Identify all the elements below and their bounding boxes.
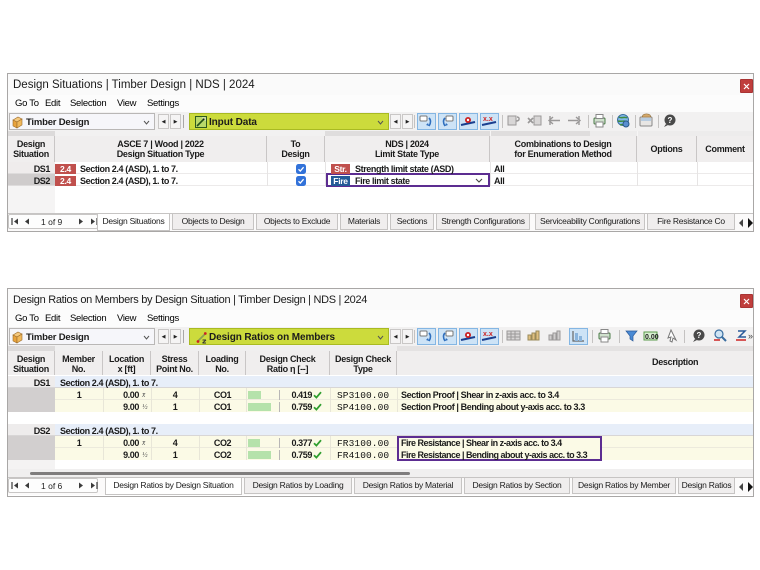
- svg-text:0.00: 0.00: [645, 334, 659, 341]
- svg-text:x.x: x.x: [483, 116, 493, 123]
- svg-text:?: ?: [697, 331, 702, 340]
- svg-text:x.x: x.x: [483, 331, 493, 338]
- svg-text:?: ?: [668, 116, 673, 125]
